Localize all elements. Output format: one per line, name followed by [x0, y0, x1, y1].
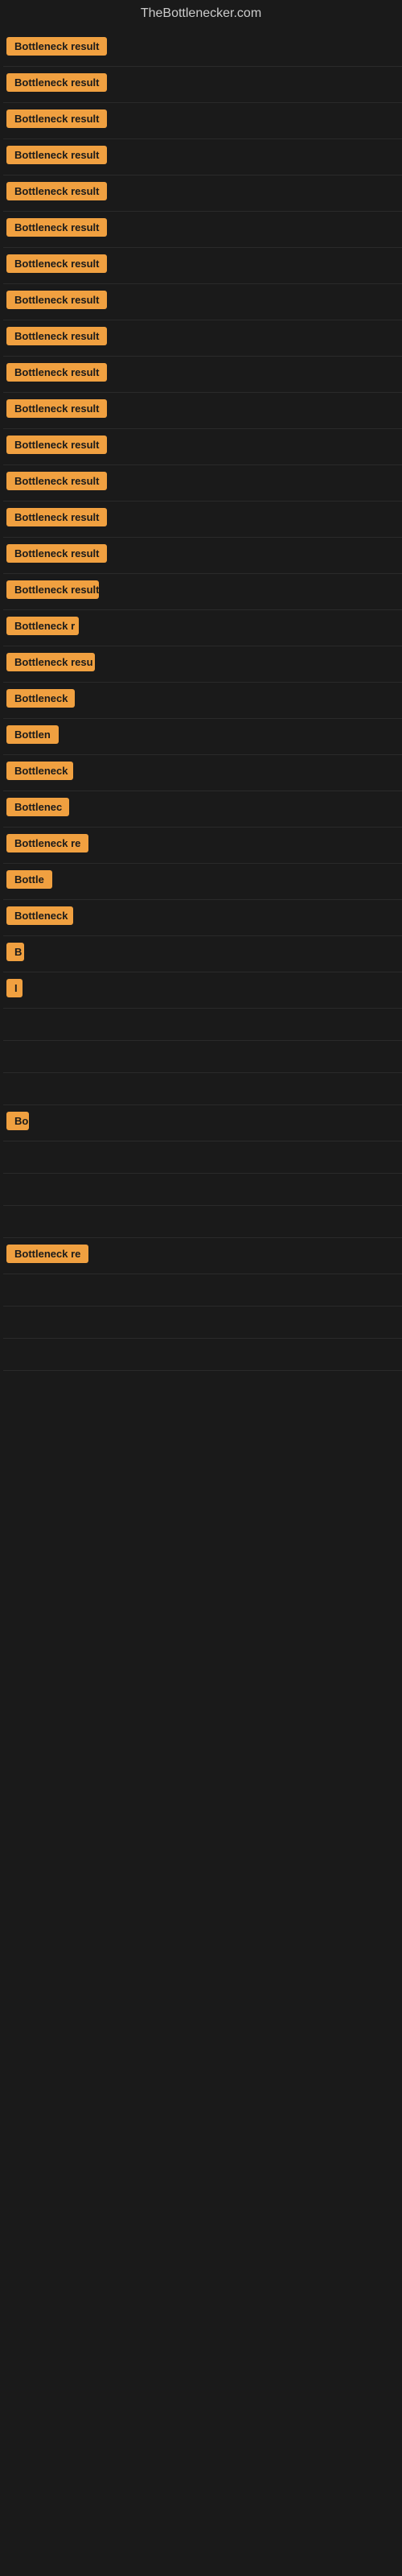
bottleneck-badge[interactable]: Bottle [6, 870, 52, 889]
bottleneck-badge[interactable]: Bottleneck result [6, 109, 107, 128]
bottleneck-section [3, 1339, 402, 1371]
bottleneck-section: Bottlenec [3, 791, 402, 828]
bottleneck-badge[interactable]: Bo [6, 1112, 29, 1130]
bottleneck-section: Bottleneck result [3, 502, 402, 538]
bottleneck-badge[interactable]: Bottleneck result [6, 254, 107, 273]
bottleneck-section: Bottleneck result [3, 320, 402, 357]
bottleneck-section: Bottle [3, 864, 402, 900]
bottleneck-badge[interactable]: I [6, 979, 23, 997]
bottleneck-section [3, 1073, 402, 1105]
bottleneck-badge[interactable]: Bottleneck result [6, 146, 107, 164]
bottleneck-section [3, 1274, 402, 1307]
bottleneck-badge[interactable]: Bottleneck [6, 906, 73, 925]
bottleneck-badge[interactable]: Bottlen [6, 725, 59, 744]
bottleneck-section: Bottleneck [3, 683, 402, 719]
bottleneck-section: Bottleneck re [3, 1238, 402, 1274]
bottleneck-section: Bo [3, 1105, 402, 1141]
bottleneck-badge[interactable]: Bottleneck r [6, 617, 79, 635]
bottleneck-badge[interactable]: Bottleneck result [6, 37, 107, 56]
bottleneck-section [3, 1174, 402, 1206]
bottleneck-badge[interactable]: Bottleneck result [6, 399, 107, 418]
bottleneck-section: Bottleneck result [3, 393, 402, 429]
bottleneck-section: Bottleneck [3, 900, 402, 936]
bottleneck-badge[interactable]: Bottlenec [6, 798, 69, 816]
bottleneck-badge[interactable]: Bottleneck result [6, 363, 107, 382]
bottleneck-badge[interactable]: B [6, 943, 24, 961]
bottleneck-section [3, 1141, 402, 1174]
bottleneck-badge[interactable]: Bottleneck result [6, 508, 107, 526]
bottleneck-section: Bottleneck result [3, 67, 402, 103]
bottleneck-section: Bottleneck result [3, 465, 402, 502]
bottleneck-badge[interactable]: Bottleneck result [6, 291, 107, 309]
bottleneck-section: Bottleneck r [3, 610, 402, 646]
bottleneck-badge[interactable]: Bottleneck result [6, 472, 107, 490]
site-title: TheBottlenecker.com [0, 0, 402, 31]
bottleneck-badge[interactable]: Bottleneck [6, 689, 75, 708]
items-container: Bottleneck result Bottleneck result Bottle… [0, 31, 402, 1371]
bottleneck-section: Bottleneck result [3, 284, 402, 320]
bottleneck-section: Bottleneck result [3, 248, 402, 284]
bottleneck-section: Bottleneck [3, 755, 402, 791]
bottleneck-badge[interactable]: Bottleneck result [6, 580, 99, 599]
bottleneck-section: Bottleneck result [3, 31, 402, 67]
bottleneck-section: Bottleneck result [3, 175, 402, 212]
page-wrapper: TheBottlenecker.com Bottleneck resultBot… [0, 0, 402, 1371]
bottleneck-section [3, 1307, 402, 1339]
bottleneck-section: Bottleneck result [3, 574, 402, 610]
bottleneck-section: B [3, 936, 402, 972]
bottleneck-section: Bottleneck resu [3, 646, 402, 683]
bottleneck-badge[interactable]: Bottleneck result [6, 327, 107, 345]
bottleneck-badge[interactable]: Bottleneck result [6, 73, 107, 92]
bottleneck-section: Bottlen [3, 719, 402, 755]
bottleneck-badge[interactable]: Bottleneck [6, 762, 73, 780]
bottleneck-section: Bottleneck result [3, 538, 402, 574]
bottleneck-section: Bottleneck result [3, 103, 402, 139]
bottleneck-section [3, 1206, 402, 1238]
bottleneck-badge[interactable]: Bottleneck resu [6, 653, 95, 671]
bottleneck-section [3, 1041, 402, 1073]
bottleneck-section [3, 1009, 402, 1041]
bottleneck-section: Bottleneck re [3, 828, 402, 864]
bottleneck-section: Bottleneck result [3, 212, 402, 248]
bottleneck-badge[interactable]: Bottleneck result [6, 218, 107, 237]
bottleneck-section: I [3, 972, 402, 1009]
bottleneck-badge[interactable]: Bottleneck re [6, 1245, 88, 1263]
bottleneck-section: Bottleneck result [3, 357, 402, 393]
bottleneck-badge[interactable]: Bottleneck result [6, 544, 107, 563]
bottleneck-badge[interactable]: Bottleneck re [6, 834, 88, 852]
bottleneck-section: Bottleneck result [3, 139, 402, 175]
bottleneck-badge[interactable]: Bottleneck result [6, 182, 107, 200]
bottleneck-section: Bottleneck result [3, 429, 402, 465]
bottleneck-badge[interactable]: Bottleneck result [6, 436, 107, 454]
